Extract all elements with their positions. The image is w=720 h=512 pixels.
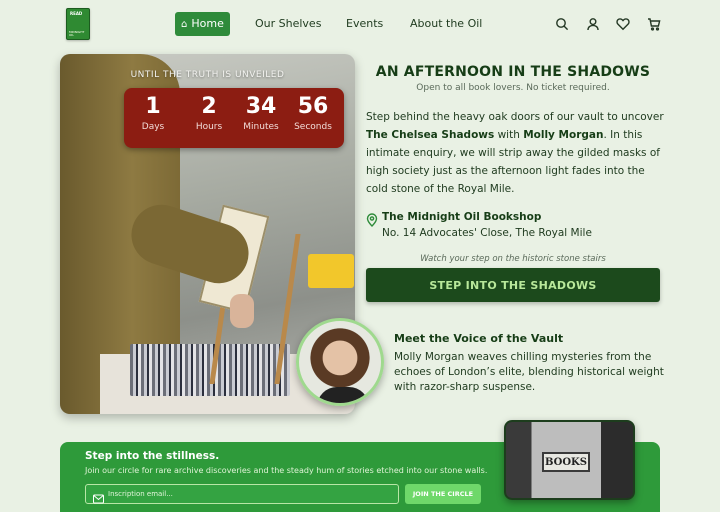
search-icon[interactable] xyxy=(553,15,571,33)
bookshop-sign-photo: BOOKS xyxy=(504,420,635,500)
countdown-seconds: 56 Seconds xyxy=(294,94,332,132)
newsletter-title: Step into the stillness. xyxy=(85,450,220,462)
nav-events-link[interactable]: Events xyxy=(338,12,391,36)
nav-shelves-link[interactable]: Our Shelves xyxy=(247,12,329,36)
top-nav: READ MIDNIGHT OIL ⌂ Home Our Shelves Even… xyxy=(0,0,720,48)
countdown-hours: 2 Hours xyxy=(195,94,223,132)
countdown-timer: 1 Days 2 Hours 34 Minutes 56 Seconds xyxy=(124,88,344,148)
user-icon[interactable] xyxy=(584,15,602,33)
nav-home-label: Home xyxy=(191,17,224,30)
author-bio: Molly Morgan weaves chilling mysteries f… xyxy=(394,351,664,393)
step-into-shadows-button[interactable]: STEP INTO THE SHADOWS xyxy=(366,268,660,302)
author-heading: Meet the Voice of the Vault xyxy=(394,332,564,345)
event-title: AN AFTERNOON IN THE SHADOWS xyxy=(375,64,651,80)
countdown-minutes: 34 Minutes xyxy=(243,94,279,132)
bookshop-logo[interactable]: READ MIDNIGHT OIL xyxy=(66,8,90,40)
photo-sign-text: BOOKS xyxy=(545,457,587,468)
heart-icon[interactable] xyxy=(614,15,632,33)
venue-name: The Midnight Oil Bookshop xyxy=(382,211,542,223)
nav-about-link[interactable]: About the Oil xyxy=(402,12,490,36)
home-icon: ⌂ xyxy=(181,19,188,30)
cart-icon[interactable] xyxy=(645,15,663,33)
cta-note: Watch your step on the historic stone st… xyxy=(420,254,606,264)
logo-top-text: READ xyxy=(70,11,83,16)
author-avatar xyxy=(296,318,384,406)
book-title: The Chelsea Shadows xyxy=(366,129,495,141)
newsletter-text: Join our circle for rare archive discove… xyxy=(85,466,488,475)
newsletter-email-field-wrap xyxy=(85,484,399,504)
event-description: Step behind the heavy oak doors of our v… xyxy=(366,111,664,195)
mail-icon xyxy=(93,489,104,504)
join-circle-button[interactable]: JOIN THE CIRCLE xyxy=(405,484,481,504)
author-name: Molly Morgan xyxy=(523,129,604,141)
logo-bottom-text: MIDNIGHT OIL xyxy=(69,30,85,37)
nav-home-link[interactable]: ⌂ Home xyxy=(175,12,230,36)
event-subtitle: Open to all book lovers. No ticket requi… xyxy=(416,83,610,93)
countdown-label: UNTIL THE TRUTH IS UNVEILED xyxy=(130,70,285,80)
newsletter-email-input[interactable] xyxy=(108,486,393,502)
location-pin-icon xyxy=(366,212,378,227)
countdown-days: 1 Days xyxy=(141,94,165,132)
venue-address: No. 14 Advocates' Close, The Royal Mile xyxy=(382,227,592,239)
